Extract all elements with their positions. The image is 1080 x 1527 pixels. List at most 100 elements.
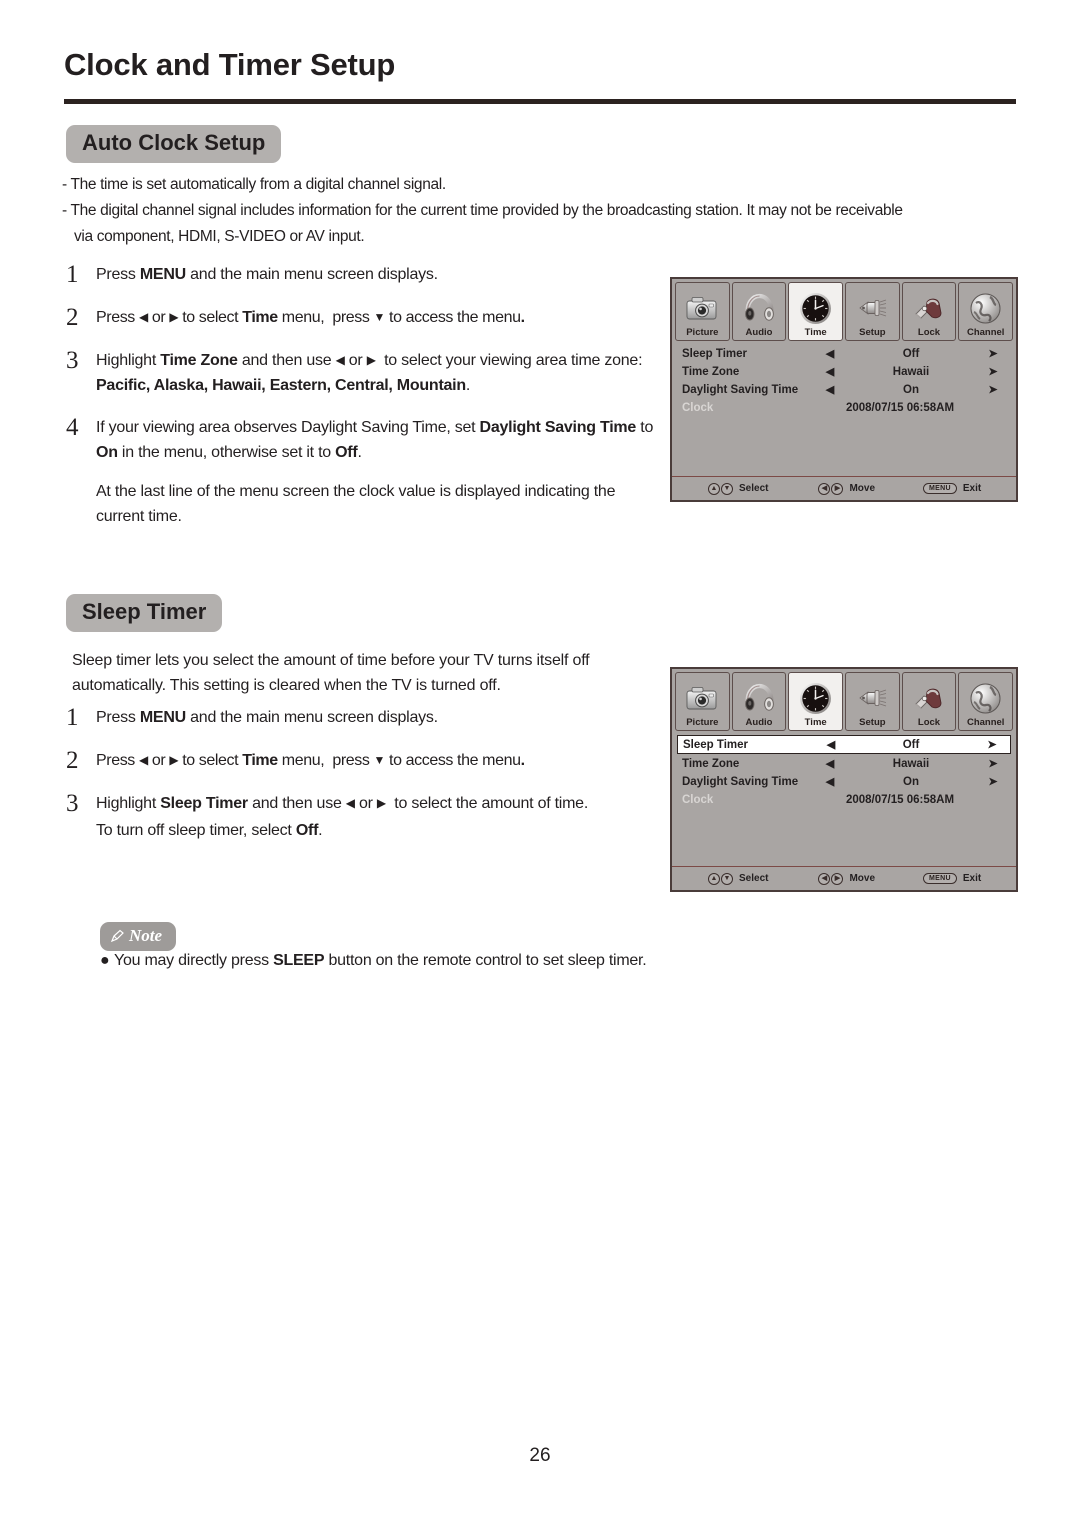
osd-footer-hints: ▲ ▼ Select ◀ ▶ Move MENU Exit — [672, 476, 1016, 500]
step-text: Press ◀ or ▶ to select Time menu, press … — [96, 309, 525, 326]
section-heading-auto-clock: Auto Clock Setup — [66, 125, 282, 163]
connector-icon — [859, 689, 887, 707]
osd-row-value: 2008/07/15 06:58AM — [845, 401, 955, 414]
connector-icon — [846, 289, 899, 327]
osd-screenshot-time-menu: Picture Audio Time Setup Lock Channel Sl… — [670, 277, 1018, 502]
step-text-main: If your viewing area observes Daylight S… — [96, 419, 654, 461]
step-number: 1 — [66, 704, 79, 731]
osd-tab-channel[interactable]: Channel — [958, 282, 1014, 341]
increment-arrow-icon[interactable]: ➤ — [980, 757, 1006, 770]
osd-tab-time[interactable]: Time — [788, 672, 844, 731]
osd-tab-setup[interactable]: Setup — [845, 672, 900, 731]
camera-icon — [676, 679, 729, 717]
osd-row-value: 2008/07/15 06:58AM — [845, 793, 955, 806]
decrement-arrow-icon[interactable]: ◀ — [818, 775, 842, 788]
step-number: 3 — [66, 347, 79, 374]
sleep-timer-closing-text: To turn off sleep timer, select Off. — [96, 822, 323, 839]
decrement-arrow-icon[interactable]: ◀ — [818, 757, 842, 770]
pencil-icon — [110, 929, 124, 943]
osd-row-value: Off — [902, 347, 920, 360]
step-number: 4 — [66, 414, 79, 441]
osd-row-time-zone[interactable]: Time Zone ◀ Hawaii ➤ — [680, 755, 1008, 772]
sleep-timer-steps: 1 Press MENU and the main menu screen di… — [66, 705, 666, 860]
osd-row-label: Time Zone — [682, 757, 740, 770]
osd-row-clock[interactable]: Clock 2008/07/15 06:58AM — [680, 791, 1008, 808]
osd-tab-label: Lock — [917, 717, 941, 728]
osd-tab-channel[interactable]: Channel — [958, 672, 1014, 731]
note-label: Note — [129, 926, 163, 945]
osd-tab-audio[interactable]: Audio — [731, 672, 787, 731]
page-title: Clock and Timer Setup — [64, 47, 396, 82]
increment-arrow-icon[interactable]: ➤ — [980, 347, 1006, 360]
headphones-icon — [745, 683, 774, 711]
step-text: If your viewing area observes Daylight S… — [96, 415, 666, 529]
osd-row-time-zone[interactable]: Time Zone ◀ Hawaii ➤ — [680, 363, 1008, 380]
osd-hint-exit: MENU Exit — [923, 483, 981, 494]
section-heading-sleep-timer: Sleep Timer — [66, 594, 223, 632]
decrement-arrow-icon[interactable]: ◀ — [818, 365, 842, 378]
camera-icon — [676, 289, 729, 327]
osd-hint-move: ◀ ▶ Move — [818, 872, 875, 885]
headphones-icon — [733, 679, 786, 717]
headphones-icon — [745, 293, 774, 321]
clock-icon — [789, 679, 842, 717]
globe-icon — [959, 679, 1012, 717]
intro-note-1: - The time is set automatically from a d… — [62, 176, 446, 193]
step-item: 2 Press ◀ or ▶ to select Time menu, pres… — [66, 305, 666, 331]
osd-row-label: Time Zone — [682, 365, 740, 378]
osd-tab-picture[interactable]: Picture — [675, 672, 730, 731]
osd-tab-setup[interactable]: Setup — [845, 282, 900, 341]
sleep-timer-intro: Sleep timer lets you select the amount o… — [72, 652, 590, 694]
osd-row-sleep-timer[interactable]: Sleep Timer ◀ Off ➤ — [677, 735, 1011, 754]
osd-row-label: Sleep Timer — [682, 347, 747, 360]
leftright-keys-icon: ◀ ▶ — [818, 872, 844, 885]
step-item: 4 If your viewing area observes Daylight… — [66, 415, 666, 529]
clock-icon — [789, 289, 842, 327]
osd-tab-label: Setup — [859, 717, 886, 728]
osd-tab-time[interactable]: Time — [788, 282, 844, 341]
osd-tab-lock[interactable]: Lock — [901, 672, 957, 731]
osd-tab-label: Lock — [917, 327, 941, 338]
osd-row-value: On — [903, 775, 919, 788]
key-down-icon: ▼ — [721, 872, 733, 885]
padlock-icon — [915, 688, 942, 709]
title-divider — [64, 99, 1016, 104]
increment-arrow-icon[interactable]: ➤ — [980, 775, 1006, 788]
decrement-arrow-icon[interactable]: ◀ — [818, 347, 842, 360]
osd-row-value: On — [903, 383, 919, 396]
step-number: 2 — [66, 304, 79, 331]
osd-hint-exit: MENU Exit — [923, 873, 981, 884]
osd-row-label: Daylight Saving Time — [682, 383, 799, 396]
osd-row-list: Sleep Timer ◀ Off ➤ Time Zone ◀ Hawaii ➤ Dayligh… — [672, 731, 1016, 808]
osd-tab-label: Time — [804, 327, 827, 338]
osd-row-clock[interactable]: Clock 2008/07/15 06:58AM — [680, 399, 1008, 416]
osd-row-value: Hawaii — [892, 365, 930, 378]
step-number: 2 — [66, 747, 79, 774]
clock-icon — [800, 682, 832, 714]
osd-row-daylight-saving-time[interactable]: Daylight Saving Time ◀ On ➤ — [680, 381, 1008, 398]
osd-tab-label: Channel — [966, 717, 1005, 728]
osd-row-daylight-saving-time[interactable]: Daylight Saving Time ◀ On ➤ — [680, 773, 1008, 790]
step-item: 3 Highlight Time Zone and then use ◀ or … — [66, 348, 666, 398]
note-body-text: You may directly press SLEEP button on t… — [114, 952, 647, 969]
step-text: Press ◀ or ▶ to select Time menu, press … — [96, 752, 525, 769]
osd-row-sleep-timer[interactable]: Sleep Timer ◀ Off ➤ — [680, 345, 1008, 362]
padlock-icon — [903, 289, 956, 327]
key-right-icon: ▶ — [831, 482, 844, 495]
increment-arrow-icon[interactable]: ➤ — [980, 383, 1006, 396]
menu-key-icon: MENU — [923, 873, 957, 884]
osd-hint-exit-label: Exit — [962, 873, 982, 884]
decrement-arrow-icon[interactable]: ◀ — [818, 383, 842, 396]
manual-page: Clock and Timer Setup Auto Clock Setup -… — [0, 0, 1080, 1527]
key-up-icon: ▲ — [708, 482, 720, 495]
increment-arrow-icon[interactable]: ➤ — [979, 738, 1005, 751]
osd-tab-picture[interactable]: Picture — [675, 282, 730, 341]
connector-icon — [859, 299, 887, 317]
decrement-arrow-icon[interactable]: ◀ — [819, 738, 843, 751]
osd-tab-audio[interactable]: Audio — [731, 282, 787, 341]
step-item: 1 Press MENU and the main menu screen di… — [66, 262, 666, 288]
increment-arrow-icon[interactable]: ➤ — [980, 365, 1006, 378]
padlock-icon — [915, 298, 942, 319]
key-up-icon: ▲ — [708, 872, 720, 885]
osd-tab-lock[interactable]: Lock — [901, 282, 957, 341]
